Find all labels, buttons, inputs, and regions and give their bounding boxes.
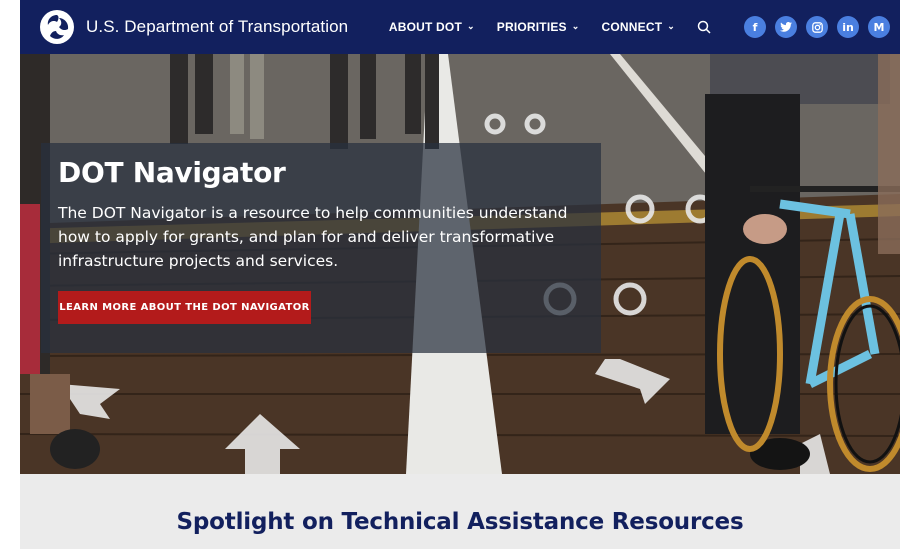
nav-item-label: PRIORITIES	[496, 20, 567, 34]
social-links: f in M	[735, 16, 890, 38]
twitter-icon[interactable]	[775, 16, 797, 38]
spotlight-title: Spotlight on Technical Assistance Resour…	[176, 509, 744, 535]
search-icon	[697, 20, 711, 34]
chevron-down-icon: ⌄	[667, 20, 675, 31]
dot-logo-icon	[40, 10, 74, 44]
spotlight-section: Spotlight on Technical Assistance Resour…	[20, 474, 900, 549]
medium-icon[interactable]: M	[868, 16, 890, 38]
chevron-down-icon: ⌄	[467, 20, 475, 31]
nav-item-about-dot[interactable]: ABOUT DOT ⌄	[389, 20, 475, 34]
hero-title: DOT Navigator	[58, 156, 286, 189]
chevron-down-icon: ⌄	[571, 20, 580, 31]
learn-more-button[interactable]: LEARN MORE ABOUT THE DOT NAVIGATOR	[58, 291, 311, 324]
linkedin-icon[interactable]: in	[837, 16, 859, 38]
site-header: U.S. Department of Transportation ABOUT …	[20, 0, 900, 54]
main-nav: ABOUT DOT ⌄ PRIORITIES ⌄ CONNECT ⌄ f in	[389, 16, 900, 38]
nav-item-connect[interactable]: CONNECT ⌄	[602, 20, 675, 34]
site-title: U.S. Department of Transportation	[86, 17, 349, 36]
nav-item-label: CONNECT	[601, 20, 663, 34]
hero-banner: DOT Navigator The DOT Navigator is a res…	[20, 54, 900, 474]
home-link[interactable]: U.S. Department of Transportation	[40, 10, 348, 44]
search-button[interactable]	[697, 20, 711, 34]
hero-description: The DOT Navigator is a resource to help …	[58, 204, 568, 270]
nav-item-priorities[interactable]: PRIORITIES ⌄	[497, 20, 580, 34]
nav-item-label: ABOUT DOT	[388, 20, 462, 34]
instagram-icon[interactable]	[806, 16, 828, 38]
facebook-icon[interactable]: f	[744, 16, 766, 38]
